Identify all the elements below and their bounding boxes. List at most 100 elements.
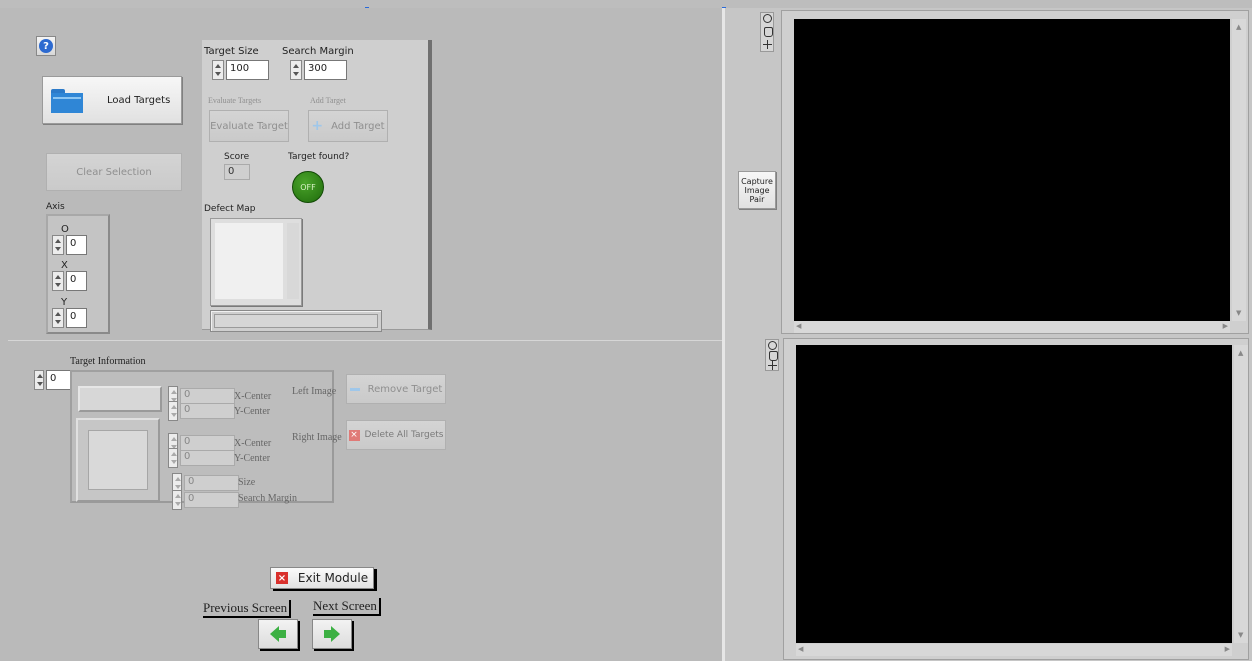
target-index-spinner[interactable] bbox=[34, 370, 44, 390]
defect-map-label: Defect Map bbox=[204, 204, 256, 214]
left-y-center-label: Y-Center bbox=[234, 406, 271, 417]
defect-map-status-bar bbox=[210, 310, 382, 332]
next-screen-label: Next Screen bbox=[313, 598, 381, 616]
right-y-center-control[interactable]: 0 bbox=[168, 448, 235, 468]
left-split-line bbox=[8, 340, 722, 341]
search-margin-info-spinner[interactable] bbox=[172, 490, 182, 510]
left-y-center-spinner[interactable] bbox=[168, 401, 178, 421]
target-info-panel: 0 X-Center 0 Y-Center Left Image 0 X-Cen… bbox=[70, 370, 342, 510]
add-target-button[interactable]: + Add Target bbox=[308, 110, 388, 142]
target-size-spinner[interactable] bbox=[212, 60, 224, 80]
remove-target-button[interactable]: Remove Target bbox=[346, 374, 446, 404]
axis-o-spinner[interactable] bbox=[52, 235, 64, 255]
defect-map-frame bbox=[210, 218, 302, 306]
target-info-thumb-top bbox=[78, 386, 162, 412]
axis-x-control[interactable]: 0 bbox=[52, 271, 87, 291]
left-image-display[interactable] bbox=[794, 19, 1230, 321]
top-image-toolbar bbox=[760, 12, 774, 52]
score-label: Score bbox=[224, 152, 250, 162]
clear-selection-button[interactable]: Clear Selection bbox=[46, 153, 182, 191]
evaluate-target-label: Evaluate Target bbox=[210, 120, 288, 132]
search-margin-control[interactable]: 300 bbox=[290, 60, 347, 80]
delete-all-targets-button[interactable]: × Delete All Targets bbox=[346, 420, 446, 450]
right-image-hscroll[interactable]: ◀ ▶ bbox=[796, 644, 1232, 656]
capture-label-2: Image bbox=[744, 185, 770, 195]
axis-x-label: X bbox=[61, 260, 68, 271]
next-screen-button[interactable] bbox=[312, 619, 352, 649]
remove-target-label: Remove Target bbox=[367, 383, 443, 395]
target-size-control[interactable]: 100 bbox=[212, 60, 269, 80]
target-info-title: Target Information bbox=[70, 356, 146, 367]
crosshair-icon[interactable] bbox=[763, 40, 772, 49]
right-image-display[interactable] bbox=[796, 345, 1232, 643]
search-margin-info-input[interactable]: 0 bbox=[184, 492, 239, 508]
capture-image-pair-button[interactable]: Capture Image Pair bbox=[738, 171, 776, 209]
arrow-right-icon bbox=[331, 626, 340, 642]
size-input[interactable]: 0 bbox=[184, 475, 239, 491]
axis-y-label: Y bbox=[61, 297, 68, 308]
defect-map-image bbox=[215, 223, 283, 299]
target-found-led: OFF bbox=[292, 171, 324, 203]
right-y-center-spinner[interactable] bbox=[168, 448, 178, 468]
right-y-center-label: Y-Center bbox=[234, 453, 271, 464]
help-question-icon: ? bbox=[39, 39, 53, 53]
evaluate-caption: Evaluate Targets bbox=[208, 96, 262, 105]
target-info-thumbnail bbox=[88, 430, 148, 490]
right-image-display-frame: ▲ ▼ ◀ ▶ bbox=[783, 338, 1249, 660]
right-pane: Capture Image Pair ▲ ▼ ◀ ▶ ▲ ▼ ◀ ▶ bbox=[725, 8, 1252, 661]
axis-y-input[interactable]: 0 bbox=[66, 308, 87, 328]
exit-module-label: Exit Module bbox=[297, 571, 369, 585]
left-y-center-control[interactable]: 0 bbox=[168, 401, 235, 421]
zoom-icon[interactable] bbox=[763, 14, 772, 23]
search-margin-input[interactable]: 300 bbox=[304, 60, 347, 80]
capture-label-1: Capture bbox=[741, 176, 773, 186]
exit-module-button[interactable]: × Exit Module bbox=[270, 567, 374, 589]
left-image-vscroll[interactable]: ▲ ▼ bbox=[1232, 19, 1246, 321]
axis-x-input[interactable]: 0 bbox=[66, 271, 87, 291]
bottom-image-toolbar bbox=[765, 339, 779, 371]
minus-icon bbox=[349, 387, 360, 391]
axis-y-control[interactable]: 0 bbox=[52, 308, 87, 328]
left-pane: ? Load Targets Clear Selection Axis O 0 … bbox=[0, 8, 722, 661]
score-indicator: 0 bbox=[224, 164, 250, 180]
exit-x-icon: × bbox=[275, 572, 288, 584]
previous-screen-button[interactable] bbox=[258, 619, 298, 649]
left-image-hscroll[interactable]: ◀ ▶ bbox=[794, 321, 1230, 333]
zoom-icon-bottom[interactable] bbox=[768, 341, 777, 350]
clear-selection-label: Clear Selection bbox=[76, 166, 152, 178]
delete-x-icon: × bbox=[348, 429, 360, 441]
search-margin-info-control[interactable]: 0 bbox=[172, 490, 239, 510]
target-info-thumb-frame bbox=[76, 418, 160, 502]
search-margin-info-label: Search Margin bbox=[238, 493, 297, 504]
axis-title: Axis bbox=[46, 202, 65, 212]
left-image-display-frame: ▲ ▼ ◀ ▶ bbox=[781, 10, 1249, 334]
help-button[interactable]: ? bbox=[36, 36, 56, 56]
right-image-vscroll[interactable]: ▲ ▼ bbox=[1234, 345, 1248, 643]
target-size-input[interactable]: 100 bbox=[226, 60, 269, 80]
search-margin-spinner[interactable] bbox=[290, 60, 302, 80]
axis-y-spinner[interactable] bbox=[52, 308, 64, 328]
pan-hand-icon[interactable] bbox=[764, 27, 773, 37]
load-targets-button[interactable]: Load Targets bbox=[42, 76, 182, 124]
target-index-control[interactable]: 0 bbox=[34, 370, 75, 390]
add-target-label: Add Target bbox=[331, 120, 385, 132]
defect-map-scroll[interactable] bbox=[287, 223, 299, 299]
load-targets-label: Load Targets bbox=[107, 94, 171, 106]
evaluate-target-button[interactable]: Evaluate Target bbox=[209, 110, 289, 142]
previous-screen-label: Previous Screen bbox=[203, 600, 292, 618]
pan-hand-icon-bottom[interactable] bbox=[769, 351, 778, 361]
right-y-center-input[interactable]: 0 bbox=[180, 450, 235, 466]
add-target-caption: Add Target bbox=[310, 96, 346, 105]
left-y-center-input[interactable]: 0 bbox=[180, 403, 235, 419]
crosshair-icon-bottom[interactable] bbox=[768, 361, 777, 370]
axis-x-spinner[interactable] bbox=[52, 271, 64, 291]
left-x-center-label: X-Center bbox=[234, 391, 272, 402]
right-image-label: Right Image bbox=[292, 432, 342, 443]
axis-o-control[interactable]: 0 bbox=[52, 235, 87, 255]
search-margin-label: Search Margin bbox=[282, 46, 354, 57]
arrow-left-icon bbox=[270, 626, 279, 642]
capture-label-3: Pair bbox=[749, 194, 765, 204]
axis-o-input[interactable]: 0 bbox=[66, 235, 87, 255]
target-found-led-text: OFF bbox=[300, 182, 316, 192]
target-panel: Target Size 100 Search Margin 300 Evalua… bbox=[202, 40, 432, 332]
